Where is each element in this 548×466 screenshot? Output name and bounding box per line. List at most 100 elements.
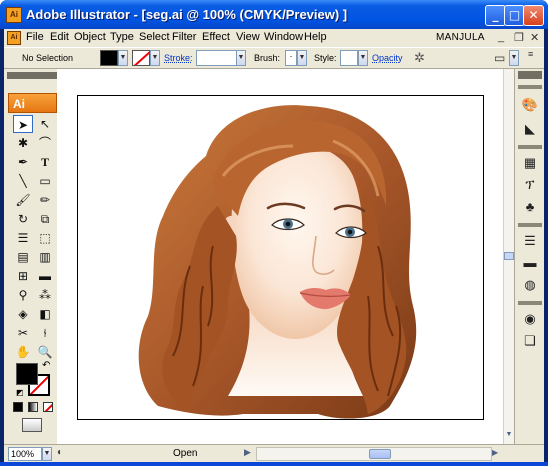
menu-object[interactable]: Object (74, 31, 106, 43)
menu-file[interactable]: File (26, 31, 44, 43)
status-arrow-icon[interactable]: ▶ (244, 447, 251, 458)
scroll-down-icon[interactable]: ▼ (504, 431, 514, 443)
stroke-link[interactable]: Stroke: (164, 53, 193, 63)
magic-wand-tool-icon[interactable]: ✱ (13, 134, 33, 152)
artboard[interactable] (77, 95, 484, 420)
doc-close-icon[interactable]: ✕ (530, 31, 539, 44)
zoom-dropdown-icon[interactable]: ▼ (42, 447, 52, 461)
menu-effect[interactable]: Effect (202, 31, 230, 43)
canvas-area[interactable] (57, 69, 503, 444)
control-bar: No Selection ▼ ▼ Stroke: ▼ Brush: · ▼ St… (4, 47, 544, 69)
lasso-tool-icon[interactable]: ⌒ (35, 134, 55, 152)
title-bar[interactable]: Ai Adobe Illustrator - [seg.ai @ 100% (C… (0, 0, 548, 29)
dock-header[interactable] (518, 71, 542, 79)
ai-logo: Ai (8, 93, 57, 113)
line-tool-icon[interactable]: ╲ (13, 172, 33, 190)
brush-dropdown-icon[interactable]: ▼ (297, 50, 307, 66)
scale-tool-icon[interactable]: ⧉ (35, 210, 55, 228)
style-swatch[interactable] (340, 50, 358, 66)
maximize-button[interactable]: □ (504, 5, 525, 26)
eyedropper-tool-icon[interactable]: ⚲ (13, 286, 33, 304)
status-menu-icon[interactable]: ◐ (57, 447, 63, 458)
fill-color-swatch[interactable] (100, 50, 118, 66)
stroke-dropdown-icon[interactable]: ▼ (150, 50, 160, 66)
scroll-right-icon[interactable]: ▶ (492, 448, 498, 457)
graph-tool-icon[interactable]: ▥ (35, 248, 55, 266)
rectangle-tool-icon[interactable]: ▭ (35, 172, 55, 190)
color-guide-icon[interactable]: ◣ (519, 119, 541, 139)
color-panel-icon[interactable]: 🎨 (519, 95, 541, 115)
document-setup-icon[interactable]: ▭ (494, 51, 505, 65)
stroke-panel-icon[interactable]: ☰ (519, 231, 541, 251)
menu-edit[interactable]: Edit (50, 31, 69, 43)
menu-type[interactable]: Type (110, 31, 134, 43)
type-tool-icon[interactable]: T (35, 153, 55, 171)
portrait-artwork[interactable] (78, 96, 484, 420)
status-text: Open (173, 448, 198, 459)
user-name: MANJULA (436, 32, 485, 43)
rotate-tool-icon[interactable]: ↻ (13, 210, 33, 228)
stroke-weight-dropdown-icon[interactable]: ▼ (236, 50, 246, 66)
document-icon[interactable]: Ai (7, 31, 21, 45)
symbols-panel-icon[interactable]: ♣ (519, 197, 541, 217)
brushes-panel-icon[interactable]: ፕ (519, 175, 541, 195)
horizontal-scrollbar[interactable] (256, 447, 492, 461)
window-frame-bottom (0, 462, 548, 466)
pencil-tool-icon[interactable]: ✏ (35, 191, 55, 209)
panel-menu-icon[interactable]: ≡ (528, 49, 533, 59)
illustrator-app-icon[interactable]: Ai (6, 7, 22, 23)
menu-filter[interactable]: Filter (172, 31, 196, 43)
horizontal-scroll-thumb[interactable] (369, 449, 391, 459)
stroke-color-swatch[interactable] (132, 50, 150, 66)
slice-tool-icon[interactable]: ✂ (13, 324, 33, 342)
symbol-sprayer-tool-icon[interactable]: ▤ (13, 248, 33, 266)
minimize-button[interactable]: _ (485, 5, 506, 26)
vertical-scrollbar[interactable]: ▼ (503, 69, 514, 444)
status-bar: 100% ▼ ◐ Open ▶ ▶ (4, 444, 544, 462)
default-colors-icon[interactable]: ◩ (16, 388, 24, 397)
document-dropdown-icon[interactable]: ▼ (509, 50, 519, 66)
application-window: Ai Adobe Illustrator - [seg.ai @ 100% (C… (0, 0, 548, 466)
doc-minimize-icon[interactable]: _ (498, 31, 504, 43)
paintbrush-tool-icon[interactable]: 🖌 (13, 191, 33, 209)
direct-selection-tool-icon[interactable]: ↖ (35, 115, 55, 133)
isolate-wand-icon[interactable]: ✲ (414, 50, 425, 66)
swatches-panel-icon[interactable]: ▦ (519, 153, 541, 173)
fill-dropdown-icon[interactable]: ▼ (118, 50, 128, 66)
none-mode-icon[interactable] (43, 402, 53, 412)
style-dropdown-icon[interactable]: ▼ (358, 50, 368, 66)
fill-color-box[interactable] (16, 363, 38, 385)
hand-tool-icon[interactable]: ✋ (13, 343, 33, 361)
zoom-level-field[interactable]: 100% (8, 447, 42, 461)
blend-tool-icon[interactable]: ⁂ (35, 286, 55, 304)
close-button[interactable]: ✕ (523, 5, 544, 26)
gradient-mode-icon[interactable] (28, 402, 38, 412)
live-paint-tool-icon[interactable]: ◈ (13, 305, 33, 323)
toolbox-header[interactable] (7, 72, 57, 79)
swap-fill-stroke-icon[interactable]: ↶ (42, 360, 50, 371)
doc-restore-icon[interactable]: ❐ (514, 31, 524, 44)
transparency-panel-icon[interactable]: ◍ (519, 275, 541, 295)
color-mode-icon[interactable] (13, 402, 23, 412)
screen-mode-icon[interactable] (22, 418, 42, 432)
appearance-panel-icon[interactable]: ◉ (519, 309, 541, 329)
selection-tool-icon[interactable]: ➤ (13, 115, 33, 133)
gradient-tool-icon[interactable]: ▬ (35, 267, 55, 285)
pen-tool-icon[interactable]: ✒ (13, 153, 33, 171)
gradient-panel-icon[interactable]: ▬ (519, 253, 541, 273)
zoom-tool-icon[interactable]: 🔍 (35, 343, 55, 361)
vertical-scroll-thumb[interactable] (504, 252, 514, 260)
warp-tool-icon[interactable]: ☰ (13, 229, 33, 247)
style-label: Style: (314, 53, 337, 63)
menu-select[interactable]: Select (139, 31, 170, 43)
live-paint-selection-tool-icon[interactable]: ◧ (35, 305, 55, 323)
scissors-tool-icon[interactable]: ⫮ (35, 324, 55, 342)
free-transform-tool-icon[interactable]: ⬚ (35, 229, 55, 247)
layers-panel-icon[interactable]: ❏ (519, 331, 541, 351)
menu-help[interactable]: Help (304, 31, 327, 43)
brush-field[interactable]: · (285, 50, 297, 66)
opacity-link[interactable]: Opacity (372, 53, 403, 63)
menu-view[interactable]: View (236, 31, 260, 43)
menu-window[interactable]: Window (264, 31, 303, 43)
mesh-tool-icon[interactable]: ⊞ (13, 267, 33, 285)
